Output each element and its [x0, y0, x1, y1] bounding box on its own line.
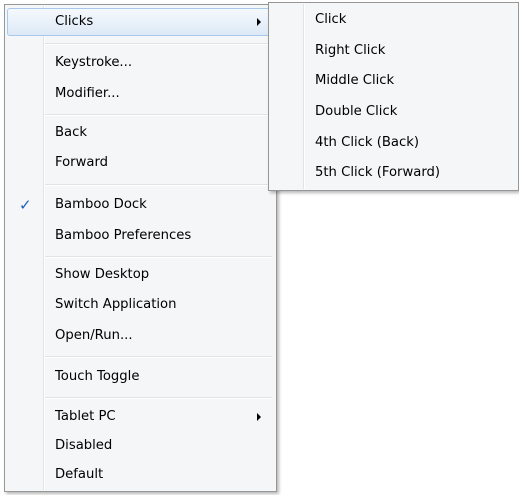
submenu-item-right-click[interactable]: Right Click	[271, 37, 516, 65]
menu-item-label: 5th Click (Forward)	[315, 165, 441, 180]
menu-item-label: Double Click	[315, 104, 398, 119]
submenu-item-click[interactable]: Click	[271, 6, 516, 34]
menu-item-default[interactable]: Default	[7, 461, 274, 489]
menu-item-label: Right Click	[315, 43, 386, 58]
menu-item-touch-toggle[interactable]: Touch Toggle	[7, 363, 274, 391]
submenu-item-middle-click[interactable]: Middle Click	[271, 67, 516, 95]
menu-item-forward[interactable]: Forward	[7, 149, 274, 177]
menu-item-label: Tablet PC	[55, 409, 116, 424]
menu-separator	[45, 43, 272, 45]
menu-item-label: Forward	[55, 155, 109, 170]
menu-item-clicks[interactable]: Clicks	[7, 8, 274, 36]
menu-item-label: Bamboo Preferences	[55, 228, 192, 243]
menu-item-label: Disabled	[55, 438, 113, 453]
submenu-item-double-click[interactable]: Double Click	[271, 98, 516, 126]
menu-separator	[45, 256, 272, 258]
menu-item-switch-application[interactable]: Switch Application	[7, 291, 274, 319]
context-menu: Clicks Keystroke... Modifier... Back For…	[4, 4, 277, 492]
menu-item-label: Clicks	[55, 14, 94, 29]
menu-item-label: Click	[315, 12, 347, 27]
menu-separator	[45, 397, 272, 399]
menu-item-open-run[interactable]: Open/Run...	[7, 322, 274, 350]
menu-item-keystroke[interactable]: Keystroke...	[7, 49, 274, 77]
menu-separator	[45, 114, 272, 116]
menu-item-label: Back	[55, 125, 88, 140]
menu-item-bamboo-preferences[interactable]: Bamboo Preferences	[7, 222, 274, 250]
menu-item-label: Bamboo Dock	[55, 197, 147, 212]
menu-item-label: 4th Click (Back)	[315, 135, 420, 150]
menu-item-disabled[interactable]: Disabled	[7, 432, 274, 460]
menu-item-label: Open/Run...	[55, 328, 133, 343]
menu-item-show-desktop[interactable]: Show Desktop	[7, 261, 274, 289]
menu-item-bamboo-dock[interactable]: ✓ Bamboo Dock	[7, 191, 274, 219]
clicks-submenu: Click Right Click Middle Click Double Cl…	[268, 2, 519, 191]
menu-separator	[45, 184, 272, 186]
submenu-arrow-icon	[257, 413, 261, 421]
menu-item-tablet-pc[interactable]: Tablet PC	[7, 403, 274, 431]
menu-item-back[interactable]: Back	[7, 119, 274, 147]
menu-item-label: Touch Toggle	[55, 369, 140, 384]
menu-item-label: Keystroke...	[55, 55, 133, 70]
menu-item-label: Switch Application	[55, 297, 177, 312]
checkmark-icon: ✓	[19, 196, 32, 214]
submenu-item-5th-click[interactable]: 5th Click (Forward)	[271, 159, 516, 187]
menu-item-label: Show Desktop	[55, 267, 150, 282]
menu-item-modifier[interactable]: Modifier...	[7, 80, 274, 108]
menu-item-label: Middle Click	[315, 73, 395, 88]
menu-item-label: Default	[55, 467, 104, 482]
submenu-arrow-icon	[257, 18, 261, 26]
menu-item-label: Modifier...	[55, 86, 120, 101]
submenu-item-4th-click[interactable]: 4th Click (Back)	[271, 129, 516, 157]
menu-separator	[45, 356, 272, 358]
